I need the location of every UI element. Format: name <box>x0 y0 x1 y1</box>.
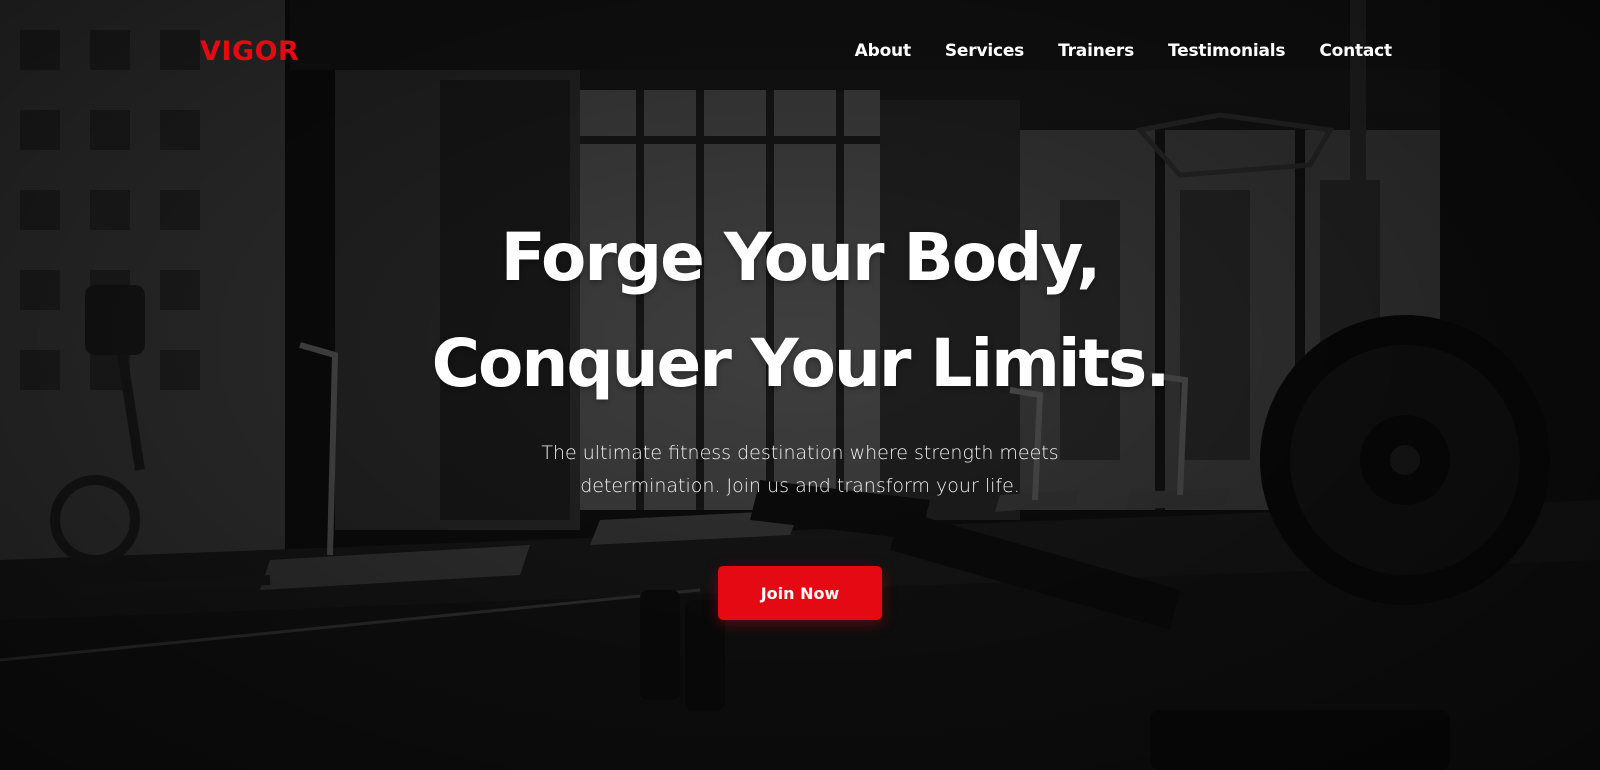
hero-headline-line-1: Forge Your Body, <box>500 219 1102 296</box>
nav-link-services[interactable]: Services <box>945 41 1024 61</box>
join-now-button[interactable]: Join Now <box>718 566 882 620</box>
hero-subtitle: The ultimate fitness destination where s… <box>541 442 1059 497</box>
brand-logo[interactable]: VIGOR <box>200 36 299 67</box>
nav-links: About Services Trainers Testimonials Con… <box>855 41 1393 61</box>
nav-link-testimonials[interactable]: Testimonials <box>1168 41 1285 61</box>
top-navigation: VIGOR About Services Trainers Testimonia… <box>0 0 1600 102</box>
nav-link-contact[interactable]: Contact <box>1319 41 1392 61</box>
hero-headline-line-2: Conquer Your Limits. <box>431 325 1171 402</box>
hero-section: VIGOR About Services Trainers Testimonia… <box>0 0 1600 770</box>
hero-headline: Forge Your Body, Conquer Your Limits. <box>431 205 1171 417</box>
hero-content: Forge Your Body, Conquer Your Limits. Th… <box>0 205 1600 620</box>
nav-link-about[interactable]: About <box>855 41 911 61</box>
nav-link-trainers[interactable]: Trainers <box>1058 41 1134 61</box>
